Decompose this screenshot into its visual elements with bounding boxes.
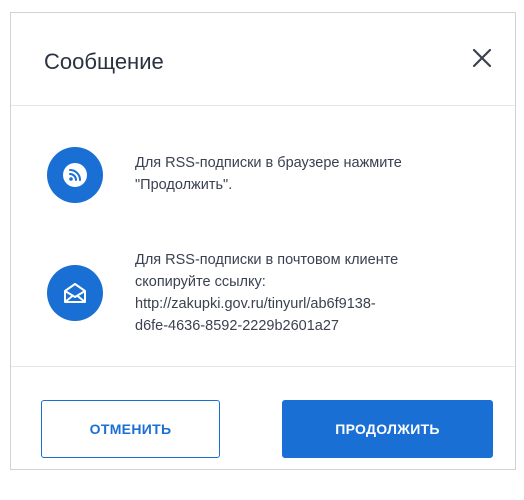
close-icon[interactable] — [467, 43, 497, 73]
rss-email-text: Для RSS-подписки в почтовом клиенте скоп… — [135, 249, 398, 337]
cancel-button[interactable]: ОТМЕНИТЬ — [41, 400, 220, 458]
rss-browser-line: "Продолжить". — [135, 177, 233, 193]
rss-link-line[interactable]: d6fe-4636-8592-2229b2601a27 — [135, 315, 398, 337]
dialog-footer: ОТМЕНИТЬ ПРОДОЛЖИТЬ — [11, 366, 515, 469]
rss-browser-line: Для RSS-подписки в браузере нажмите — [135, 155, 402, 171]
rss-email-line: Для RSS-подписки в почтовом клиенте — [135, 252, 399, 268]
rss-browser-text: Для RSS-подписки в браузере нажмите "Про… — [135, 152, 402, 196]
continue-button[interactable]: ПРОДОЛЖИТЬ — [282, 400, 493, 458]
dialog-body: Для RSS-подписки в браузере нажмите "Про… — [11, 106, 515, 368]
rss-email-row: Для RSS-подписки в почтовом клиенте скоп… — [47, 249, 495, 337]
rss-link-line[interactable]: http://zakupki.gov.ru/tinyurl/ab6f9138- — [135, 293, 398, 315]
rss-email-line: скопируйте ссылку: — [135, 274, 266, 290]
message-dialog: Сообщение Для RSS-подписки в браузере на… — [10, 12, 516, 470]
rss-browser-row: Для RSS-подписки в браузере нажмите "Про… — [47, 147, 495, 203]
dialog-title: Сообщение — [44, 49, 164, 74]
envelope-icon — [47, 265, 103, 321]
dialog-header: Сообщение — [11, 13, 515, 106]
rss-icon — [47, 147, 103, 203]
